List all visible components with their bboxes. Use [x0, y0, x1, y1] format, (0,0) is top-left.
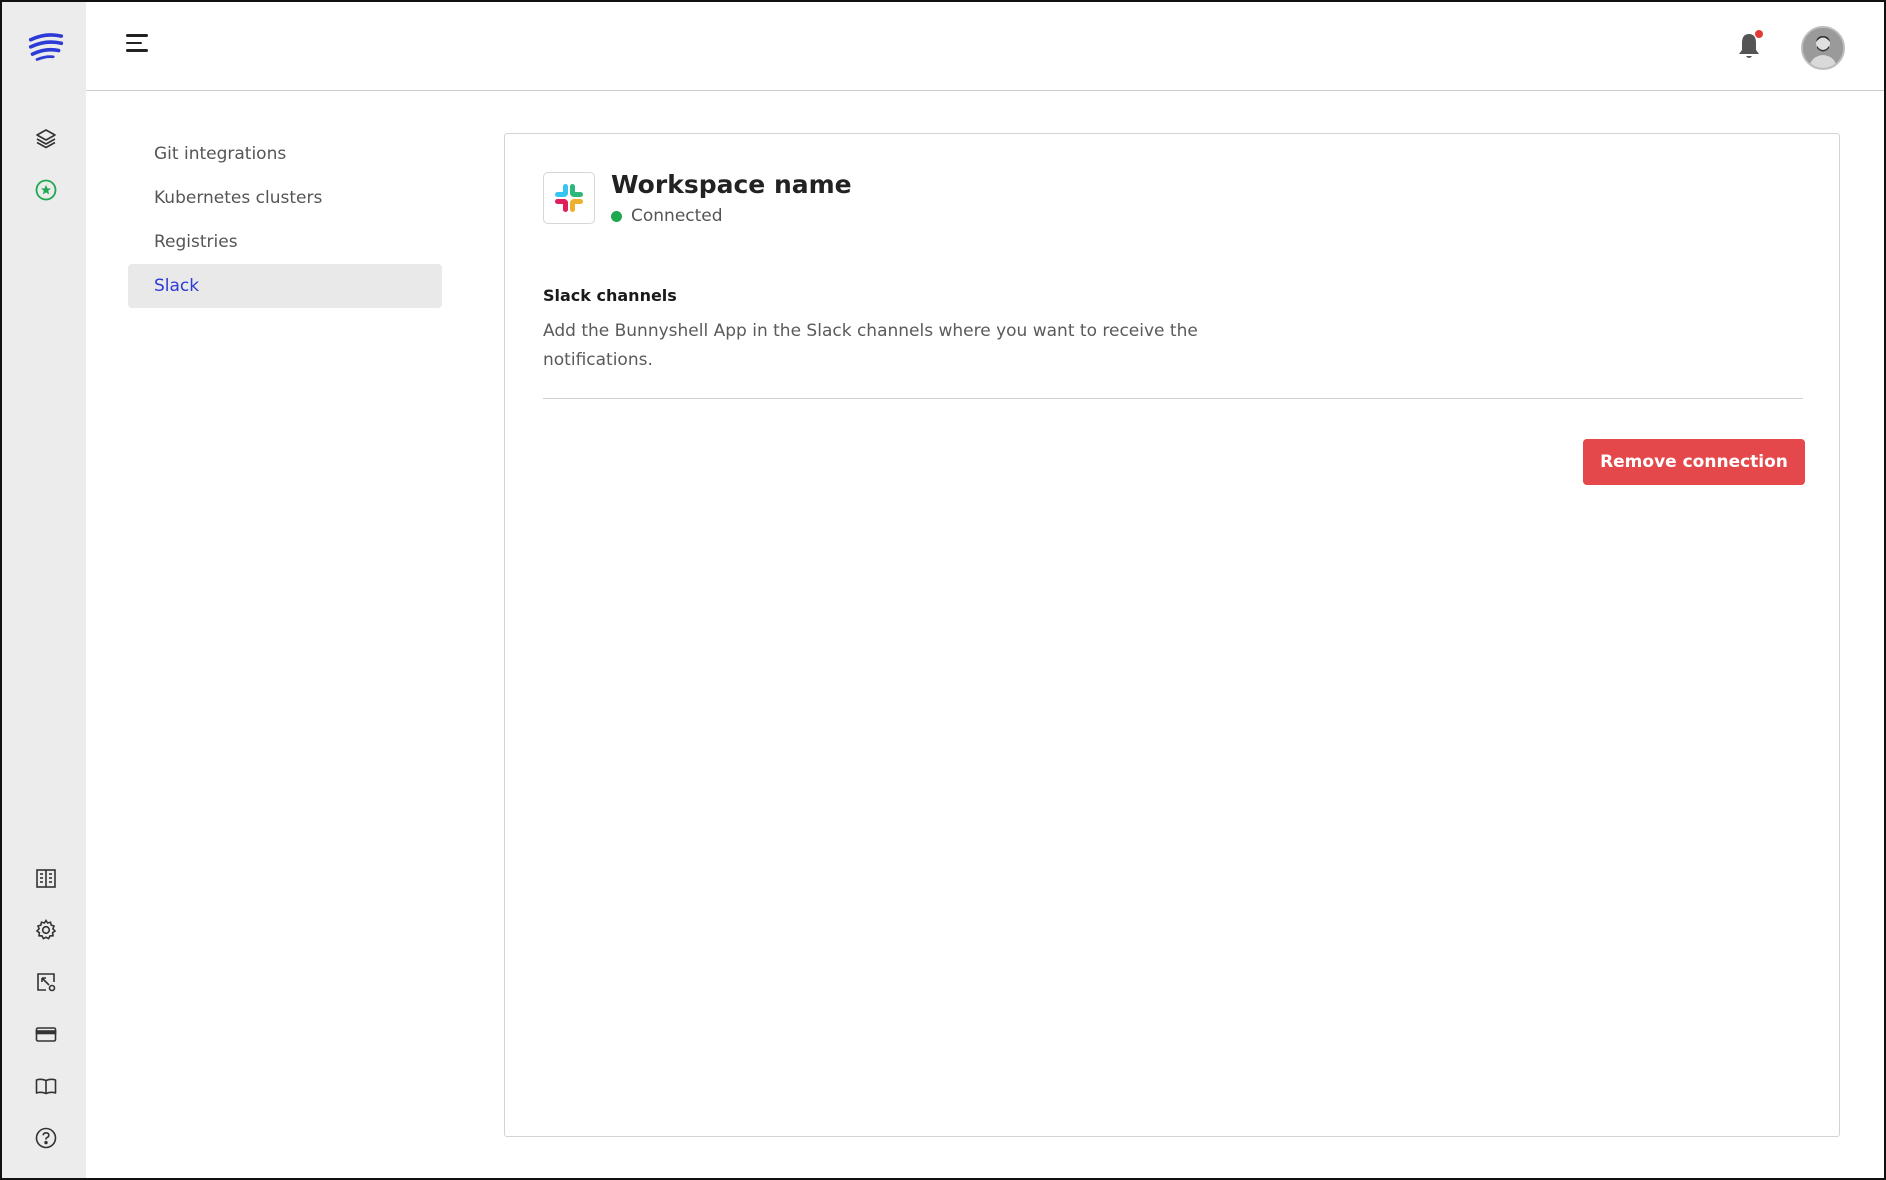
notification-dot: [1755, 30, 1763, 38]
avatar[interactable]: [1801, 26, 1845, 70]
divider: [543, 398, 1803, 399]
hamburger-icon[interactable]: [126, 34, 150, 58]
credit-card-icon[interactable]: [28, 1016, 64, 1052]
star-circle-icon[interactable]: [28, 172, 64, 208]
icon-rail: [2, 2, 86, 1178]
nav-item-git-integrations[interactable]: Git integrations: [128, 132, 442, 176]
slack-logo-icon: [543, 172, 595, 224]
nav-item-slack[interactable]: Slack: [128, 264, 442, 308]
workspace-name: Workspace name: [611, 170, 852, 199]
bell-icon[interactable]: [1735, 30, 1763, 62]
nav-item-kubernetes-clusters[interactable]: Kubernetes clusters: [128, 176, 442, 220]
status-dot: [611, 210, 622, 222]
nav-item-registries[interactable]: Registries: [128, 220, 442, 264]
book-icon[interactable]: [28, 1068, 64, 1104]
settings-nav: Git integrations Kubernetes clusters Reg…: [128, 132, 442, 308]
connection-status: Connected: [611, 206, 723, 226]
building-icon[interactable]: [28, 860, 64, 896]
status-label: Connected: [631, 206, 723, 226]
layers-icon[interactable]: [28, 120, 64, 156]
remove-connection-button[interactable]: Remove connection: [1583, 439, 1805, 485]
gear-icon[interactable]: [28, 912, 64, 948]
bunnyshell-logo-icon[interactable]: [28, 28, 64, 64]
cursor-window-icon[interactable]: [28, 964, 64, 1000]
help-icon[interactable]: [28, 1120, 64, 1156]
top-bar: [86, 2, 1884, 91]
section-title: Slack channels: [543, 286, 677, 305]
section-description: Add the Bunnyshell App in the Slack chan…: [543, 321, 1198, 370]
slack-connection-card: Workspace name Connected Slack channels …: [504, 133, 1840, 1137]
